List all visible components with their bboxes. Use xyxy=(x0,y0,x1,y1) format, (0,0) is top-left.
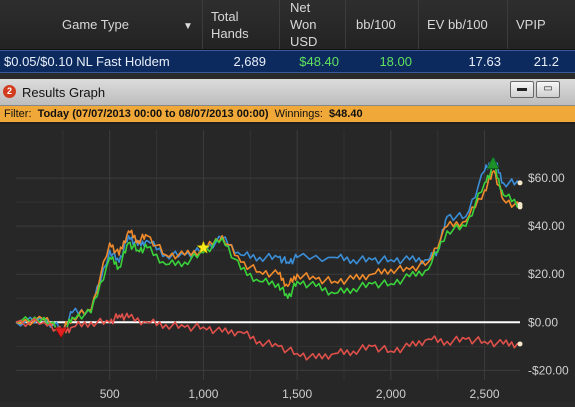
series-end-point xyxy=(517,202,523,208)
series-non-showdown-line xyxy=(15,312,520,361)
y-tick-label: $0.00 xyxy=(528,315,558,329)
winnings-value: $48.40 xyxy=(328,108,363,120)
winnings-label: Winnings: xyxy=(274,108,323,120)
column-header-game-type[interactable]: Game Type ▼ xyxy=(0,0,203,49)
series-showdown-line xyxy=(15,164,521,336)
series-net-won-line xyxy=(15,157,521,331)
series-end-point xyxy=(517,180,523,186)
x-tick-label: 500 xyxy=(100,387,120,401)
filter-date-range: Today (07/07/2013 00:00 to 08/07/2013 00… xyxy=(37,108,269,120)
column-header-ev-bb100[interactable]: EV bb/100 xyxy=(419,0,508,49)
column-header-net-won[interactable]: Net Won USD xyxy=(280,0,346,49)
x-tick-label: 2,500 xyxy=(470,387,500,401)
column-label-total-hands-line1: Total xyxy=(211,8,239,24)
column-label-net-won-line3: USD xyxy=(290,34,318,49)
cell-net-won: $48.40 xyxy=(299,54,339,69)
filter-bar: Filter: Today (07/07/2013 00:00 to 08/07… xyxy=(0,106,575,122)
column-label-total-hands-line2: Hands xyxy=(211,25,249,41)
big-loss-marker-icon[interactable] xyxy=(54,327,68,339)
results-chart[interactable]: 500 1,000 1,500 2,000 2,500 $60.00 $40.00 $20.0… xyxy=(0,124,575,402)
column-label-net-won-line2: Won xyxy=(290,17,317,32)
filter-label: Filter: xyxy=(4,108,32,120)
y-tick-label: $60.00 xyxy=(528,171,565,185)
column-label-bb100: bb/100 xyxy=(356,17,396,32)
stats-table-row[interactable]: $0.05/$0.10 NL Fast Holdem 2,689 $48.40 … xyxy=(0,50,575,73)
window-titlebar[interactable]: 2 Results Graph ▬ ▭ xyxy=(0,79,575,106)
sort-arrow-icon[interactable]: ▼ xyxy=(183,18,193,35)
x-tick-label: 1,500 xyxy=(282,387,312,401)
column-header-bb100[interactable]: bb/100 xyxy=(346,0,419,49)
minimize-button[interactable]: ▬ xyxy=(510,81,534,98)
cell-game-type: $0.05/$0.10 NL Fast Holdem xyxy=(4,54,170,69)
x-tick-label: 2,000 xyxy=(376,387,406,401)
cell-bb100: 18.00 xyxy=(379,54,412,69)
stats-table-header: Game Type ▼ Total Hands Net Won USD bb/1… xyxy=(0,0,575,50)
y-tick-label: -$20.00 xyxy=(528,363,569,377)
column-label-vpip: VPIP xyxy=(516,17,546,32)
restore-button[interactable]: ▭ xyxy=(536,81,560,98)
window-app-icon: 2 xyxy=(3,85,16,98)
cell-ev-bb100: 17.63 xyxy=(468,54,501,69)
column-label-ev-bb100: EV bb/100 xyxy=(427,17,488,32)
cell-total-hands: 2,689 xyxy=(233,54,266,69)
column-label-net-won-line1: Net xyxy=(290,0,311,15)
column-header-total-hands[interactable]: Total Hands xyxy=(203,0,280,49)
series-end-point xyxy=(517,341,523,347)
results-graph-window: 2 Results Graph ▬ ▭ Filter: Today (07/07… xyxy=(0,79,575,402)
window-title: Results Graph xyxy=(22,85,106,100)
cell-vpip: 21.2 xyxy=(533,54,559,69)
y-tick-label: $20.00 xyxy=(528,267,565,281)
x-tick-label: 1,000 xyxy=(188,387,218,401)
y-tick-label: $40.00 xyxy=(528,219,565,233)
results-graph[interactable]: 500 1,000 1,500 2,000 2,500 $60.00 $40.00 $20.0… xyxy=(0,124,575,402)
column-header-vpip[interactable]: VPIP xyxy=(508,0,575,49)
column-label-game-type: Game Type xyxy=(62,17,129,32)
